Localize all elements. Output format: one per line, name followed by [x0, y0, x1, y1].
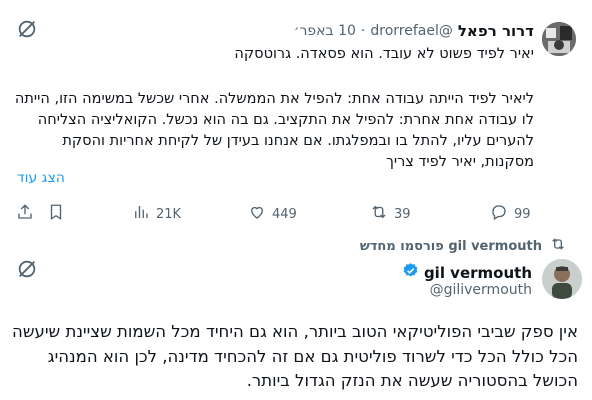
- tweet1-paragraph1: יאיר לפיד פשוט לא עובד. הוא פסאדה. גרוטס…: [234, 46, 534, 62]
- show-more-link[interactable]: הצג עוד: [17, 170, 65, 186]
- grok-icon[interactable]: [16, 258, 38, 284]
- tweet1-separator: ·: [360, 23, 366, 39]
- like-stat[interactable]: 449: [248, 203, 297, 225]
- tweet1-date[interactable]: 10 באפר׳: [294, 23, 356, 39]
- reply-stat[interactable]: 99: [490, 203, 531, 225]
- repost-count: 39: [394, 206, 411, 222]
- repost-icon: [550, 236, 566, 256]
- like-count: 449: [272, 206, 297, 222]
- tweet2-display-name[interactable]: gil vermouth: [424, 264, 532, 282]
- repost-notice[interactable]: gil vermouth פורסמו מחדש: [360, 236, 566, 256]
- tweet1-display-name[interactable]: דרור רפאל: [458, 22, 534, 40]
- bookmark-icon[interactable]: [47, 203, 65, 225]
- reply-count: 99: [514, 206, 531, 222]
- tweet1-action-bar: 21K 449 39 99: [14, 201, 534, 223]
- verified-badge-icon: [402, 262, 419, 283]
- tweet2-body: אין ספק שביבי הפוליטיקאי הטוב ביותר, הוא…: [12, 322, 578, 390]
- share-icon[interactable]: [16, 203, 34, 225]
- reply-icon: [490, 203, 508, 225]
- views-icon: [132, 203, 150, 225]
- like-icon: [248, 203, 266, 225]
- repost-stat[interactable]: 39: [370, 203, 411, 225]
- views-stat[interactable]: 21K: [132, 203, 181, 225]
- tweet1-paragraph2: ליאיר לפיד הייתה עבודה אחת: להפיל את הממ…: [14, 91, 534, 170]
- avatar-gilivermouth[interactable]: [542, 259, 582, 299]
- repost-icon: [370, 203, 388, 225]
- tweet1-handle[interactable]: @drorrefael: [370, 23, 452, 39]
- avatar-drorrefael[interactable]: [542, 22, 576, 56]
- grok-icon[interactable]: [16, 18, 38, 44]
- views-count: 21K: [156, 206, 182, 222]
- tweet2-header: gil vermouth: [402, 262, 532, 283]
- tweet2-handle[interactable]: @gilivermouth: [430, 282, 532, 298]
- repost-notice-text: gil vermouth פורסמו מחדש: [359, 238, 542, 254]
- tweet1-header: דרור רפאל @drorrefael · 10 באפר׳: [294, 22, 534, 40]
